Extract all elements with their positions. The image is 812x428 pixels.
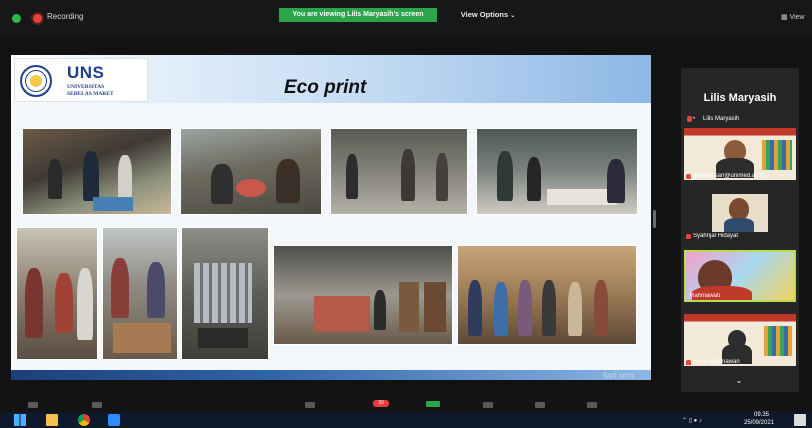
eco-print-photo-5 [16, 227, 98, 360]
chrome-icon[interactable] [78, 414, 90, 426]
shared-screen-slide: UNS UNIVERSITAS SEBELAS MARET Eco print [11, 55, 651, 380]
slide-title: Eco print [284, 77, 367, 98]
chevron-down-icon[interactable]: ⌄ [731, 376, 747, 386]
view-options-button[interactable]: View Options ⌄ [448, 8, 528, 22]
zoom-app-icon[interactable] [108, 414, 120, 426]
eco-print-photo-8 [273, 245, 453, 345]
eco-print-photo-6 [102, 227, 178, 360]
share-screen-icon[interactable] [426, 401, 440, 407]
record-icon[interactable] [483, 402, 493, 408]
participant-tile[interactable]: Syahrijal Hidayat [684, 188, 796, 240]
security-shield-icon[interactable] [12, 14, 21, 23]
more-icon[interactable] [587, 402, 597, 408]
participant-name: Syahrijal Hidayat [693, 233, 739, 239]
panel-resize-handle[interactable] [653, 210, 656, 228]
recording-icon[interactable] [33, 14, 42, 23]
video-icon[interactable] [92, 402, 102, 408]
participant-gallery: Lilis Maryasih • Lilis Maryasih arfaniah… [681, 68, 799, 392]
slide-header: UNS UNIVERSITAS SEBELAS MARET Eco print [11, 55, 651, 103]
participant-tile[interactable]: Ferdi Anggriawan [684, 314, 796, 366]
active-speaker-name: Lilis Maryasih [703, 92, 777, 104]
logo-subtitle-1: UNIVERSITAS [67, 84, 105, 90]
eco-print-photo-2 [180, 128, 322, 215]
mic-muted-icon [686, 360, 691, 365]
reactions-icon[interactable] [535, 402, 545, 408]
self-video-label: • Lilis Maryasih [687, 116, 739, 122]
eco-print-photo-1 [22, 128, 172, 215]
participants-icon[interactable] [305, 402, 315, 408]
mic-muted-icon [686, 174, 691, 179]
participant-name: Rahmawati [690, 293, 721, 299]
uns-seal-icon [20, 65, 52, 97]
meeting-controls-bar [0, 398, 812, 412]
zoom-window: Recording You are viewing Lilis Maryasih… [0, 0, 812, 428]
taskbar-clock-time[interactable]: 09.35 [754, 412, 769, 418]
slide-footer-bar [11, 370, 651, 380]
eco-print-photo-4 [476, 128, 638, 215]
notification-icon[interactable] [794, 414, 806, 426]
logo-subtitle-2: SEBELAS MARET [67, 91, 114, 97]
taskbar-clock-date[interactable]: 25/09/2021 [744, 420, 774, 426]
recording-label: Recording [47, 12, 84, 21]
participant-name: arfaniahsan@unimed.ac.id [693, 173, 765, 179]
view-layout-label: View [789, 14, 805, 21]
meeting-top-bar: Recording You are viewing Lilis Maryasih… [0, 0, 812, 36]
view-options-label: View Options [460, 10, 509, 19]
participant-name: Ferdi Anggriawan [693, 359, 740, 365]
eco-print-photo-3 [330, 128, 468, 215]
mic-muted-icon [686, 234, 691, 239]
system-tray-icons[interactable]: ⌃ ▯ ● ♪ [682, 417, 702, 424]
chevron-down-icon: ⌄ [510, 13, 516, 19]
file-explorer-icon[interactable] [46, 414, 58, 426]
logo-wordmark: UNS [67, 63, 105, 82]
mic-muted-icon [687, 116, 692, 122]
viewing-screen-banner: You are viewing Lilis Maryasih's screen [279, 8, 437, 22]
participant-tile[interactable]: arfaniahsan@unimed.ac.id [684, 128, 796, 180]
pin-icon: • [693, 116, 696, 122]
eco-print-photo-7 [181, 227, 269, 360]
eco-print-photo-9 [457, 245, 637, 345]
participant-tile-speaking[interactable]: Rahmawati [684, 250, 796, 302]
view-layout-button[interactable]: ▦ View [781, 13, 805, 21]
mute-icon[interactable] [28, 402, 38, 408]
chat-badge[interactable]: 33 [373, 400, 389, 407]
slide-watermark: fppt.com [603, 371, 634, 380]
windows-start-icon[interactable] [14, 414, 26, 426]
uns-logo: UNS UNIVERSITAS SEBELAS MARET [14, 58, 148, 102]
self-name: Lilis Maryasih [703, 116, 740, 122]
